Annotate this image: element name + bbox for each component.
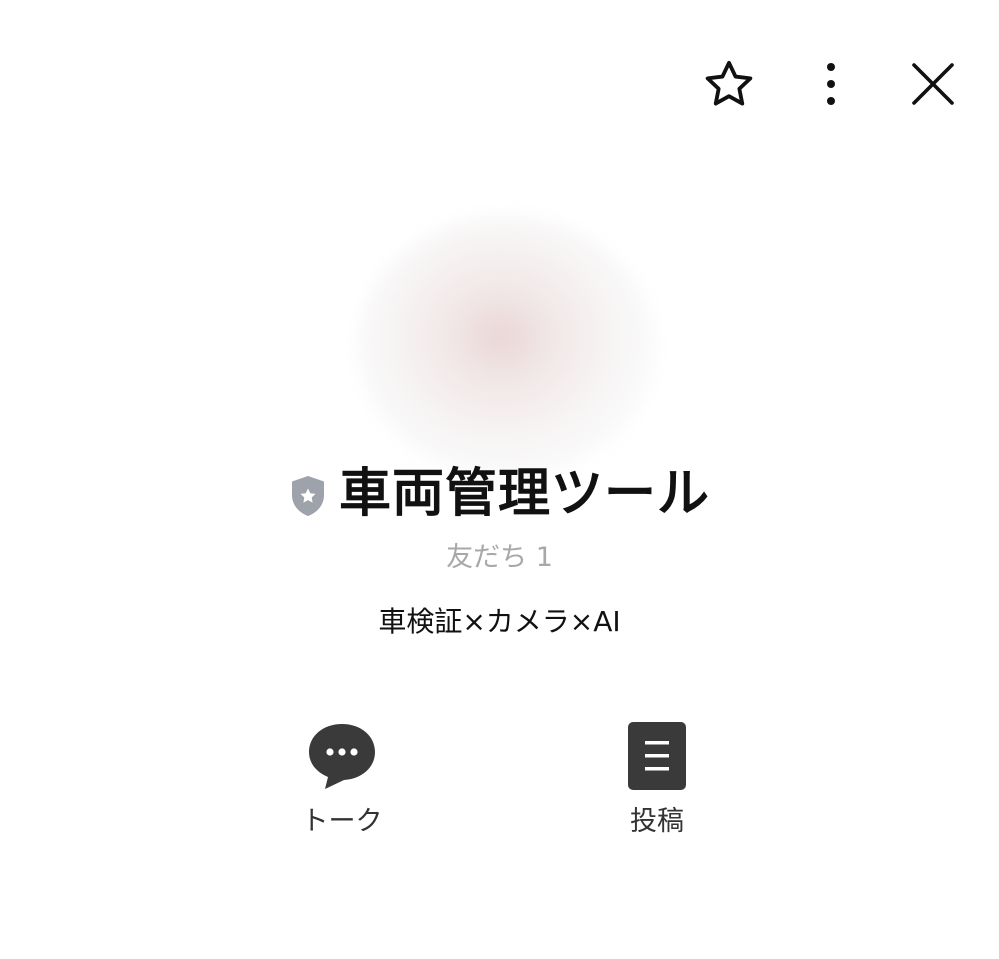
post-icon-wrap bbox=[627, 718, 687, 794]
post-button[interactable]: 投稿 bbox=[587, 718, 727, 842]
close-icon bbox=[912, 63, 954, 105]
document-icon bbox=[628, 722, 686, 790]
shield-star-icon bbox=[291, 476, 324, 516]
star-outline-icon bbox=[705, 60, 753, 106]
talk-button[interactable]: トーク bbox=[272, 718, 412, 842]
more-menu-button[interactable] bbox=[799, 52, 863, 116]
more-vertical-icon bbox=[827, 63, 835, 105]
profile-name-row: 車両管理ツール bbox=[0, 462, 999, 526]
post-label: 投稿 bbox=[630, 806, 684, 837]
account-name: 車両管理ツール bbox=[338, 464, 710, 524]
talk-label: トーク bbox=[301, 806, 383, 837]
friends-count[interactable]: 友だち 1 bbox=[0, 538, 999, 578]
close-button[interactable] bbox=[901, 52, 965, 116]
chat-bubble-icon bbox=[309, 724, 375, 789]
top-bar bbox=[697, 52, 965, 116]
profile-avatar[interactable] bbox=[358, 216, 656, 478]
talk-icon-wrap bbox=[307, 718, 377, 794]
status-message: 車検証×カメラ×AI bbox=[378, 605, 621, 638]
favorite-button[interactable] bbox=[697, 52, 761, 116]
